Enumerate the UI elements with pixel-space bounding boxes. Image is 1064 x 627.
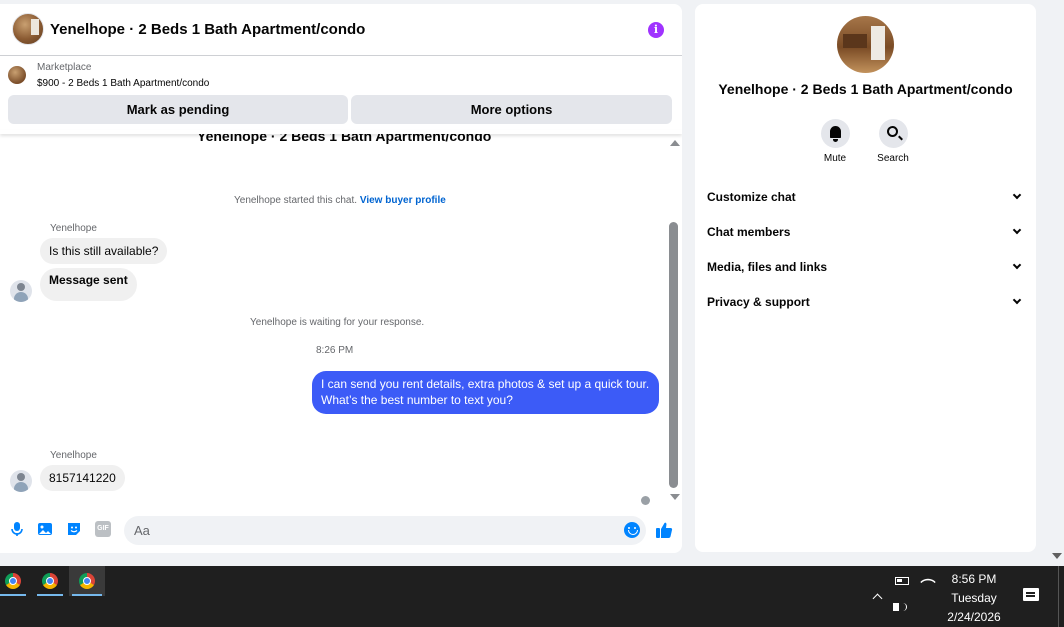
sender-name: Yenelhope: [50, 223, 97, 234]
section-label: Customize chat: [707, 190, 796, 204]
bell-icon: [829, 126, 841, 142]
emoji-icon[interactable]: [624, 522, 640, 538]
listing-price-title: $900 - 2 Beds 1 Bath Apartment/condo: [37, 78, 210, 89]
show-hidden-icons-chevron-icon[interactable]: [872, 593, 883, 604]
chat-panel: Yenelhope · 2 Beds 1 Bath Apartment/cond…: [0, 4, 682, 553]
running-indicator: [72, 594, 102, 596]
scroll-thumb[interactable]: [669, 222, 678, 488]
message-input[interactable]: [124, 516, 646, 545]
listing-row[interactable]: Marketplace $900 - 2 Beds 1 Bath Apartme…: [0, 57, 682, 95]
taskbar: 8:56 PM Tuesday 2/24/2026: [0, 566, 1064, 627]
show-desktop-divider[interactable]: [1058, 566, 1059, 627]
taskbar-chrome-2[interactable]: [34, 566, 66, 596]
gif-icon[interactable]: GIF: [95, 521, 111, 537]
sticker-icon[interactable]: [66, 521, 82, 537]
view-buyer-profile-link[interactable]: View buyer profile: [360, 195, 446, 206]
listing-source: Marketplace: [37, 62, 92, 73]
message-list: Yenelhope · 2 Beds 1 Bath Apartment/cond…: [0, 134, 666, 508]
sender-name: Yenelhope: [50, 450, 97, 461]
chat-started-text: Yenelhope started this chat.: [234, 195, 358, 206]
chrome-icon: [79, 573, 95, 589]
sender-avatar[interactable]: [10, 470, 32, 492]
volume-icon[interactable]: [893, 603, 907, 611]
sender-avatar[interactable]: [10, 280, 32, 302]
chevron-down-icon: [1012, 295, 1022, 305]
chevron-down-icon: [1012, 260, 1022, 270]
taskbar-clock[interactable]: 8:56 PM Tuesday 2/24/2026: [944, 570, 1004, 627]
scroll-up-arrow-icon[interactable]: [670, 140, 680, 146]
message-scrollbar[interactable]: [666, 134, 682, 508]
search-button[interactable]: Search: [863, 119, 923, 164]
incoming-message[interactable]: 8157141220: [40, 465, 125, 491]
scroll-down-arrow-icon[interactable]: [670, 494, 680, 500]
photo-icon[interactable]: [37, 521, 53, 537]
microphone-icon[interactable]: [9, 521, 25, 537]
header-divider: [0, 130, 682, 134]
running-indicator: [0, 594, 26, 596]
mute-button[interactable]: Mute: [805, 119, 865, 164]
wifi-icon[interactable]: [920, 574, 936, 590]
message-timestamp: 8:26 PM: [316, 345, 354, 356]
chat-started-notice: Yenelhope started this chat. View buyer …: [234, 195, 446, 206]
page-scroll-down-arrow-icon[interactable]: [1052, 553, 1062, 559]
battery-icon[interactable]: [895, 577, 909, 585]
details-title: Yenelhope · 2 Beds 1 Bath Apartment/cond…: [718, 81, 1013, 97]
mark-as-pending-button[interactable]: Mark as pending: [8, 95, 348, 124]
incoming-message[interactable]: Message sent: [40, 268, 137, 301]
action-center-icon[interactable]: [1023, 588, 1039, 601]
clock-time: 8:56 PM: [951, 572, 997, 586]
privacy-support-section[interactable]: Privacy & support: [707, 287, 1024, 317]
chat-members-section[interactable]: Chat members: [707, 217, 1024, 247]
outgoing-message[interactable]: I can send you rent details, extra photo…: [312, 371, 659, 414]
seen-avatar-icon: [641, 496, 650, 505]
section-label: Media, files and links: [707, 260, 828, 274]
incoming-message[interactable]: Is this still available?: [40, 238, 168, 264]
section-label: Chat members: [707, 225, 791, 239]
taskbar-chrome-1[interactable]: [0, 566, 29, 596]
more-options-button[interactable]: More options: [351, 95, 672, 124]
search-icon: [886, 126, 898, 137]
thumbs-up-icon[interactable]: [655, 521, 673, 539]
clock-date: 2/24/2026: [947, 610, 1001, 624]
listing-thumbnail: [8, 66, 26, 84]
chevron-down-icon: [1012, 190, 1022, 200]
composer: GIF: [0, 513, 682, 553]
chevron-down-icon: [1012, 225, 1022, 235]
chat-header: Yenelhope · 2 Beds 1 Bath Apartment/cond…: [0, 4, 682, 56]
clock-day: Tuesday: [951, 591, 997, 605]
listing-photo[interactable]: [837, 16, 894, 73]
mute-label: Mute: [823, 153, 847, 164]
waiting-notice: Yenelhope is waiting for your response.: [250, 317, 425, 328]
chat-intro-title: Yenelhope · 2 Beds 1 Bath Apartment/cond…: [197, 134, 492, 144]
customize-chat-section[interactable]: Customize chat: [707, 182, 1024, 212]
chat-title[interactable]: Yenelhope · 2 Beds 1 Bath Apartment/cond…: [50, 21, 365, 38]
section-label: Privacy & support: [707, 295, 810, 309]
chrome-icon: [42, 573, 58, 589]
running-indicator: [37, 594, 63, 596]
media-files-links-section[interactable]: Media, files and links: [707, 252, 1024, 282]
listing-avatar[interactable]: [12, 13, 44, 45]
taskbar-chrome-3[interactable]: [69, 566, 105, 596]
chat-details-panel: Yenelhope · 2 Beds 1 Bath Apartment/cond…: [695, 4, 1036, 552]
chrome-icon: [5, 573, 21, 589]
info-icon[interactable]: i: [648, 22, 664, 38]
search-label: Search: [877, 153, 909, 164]
